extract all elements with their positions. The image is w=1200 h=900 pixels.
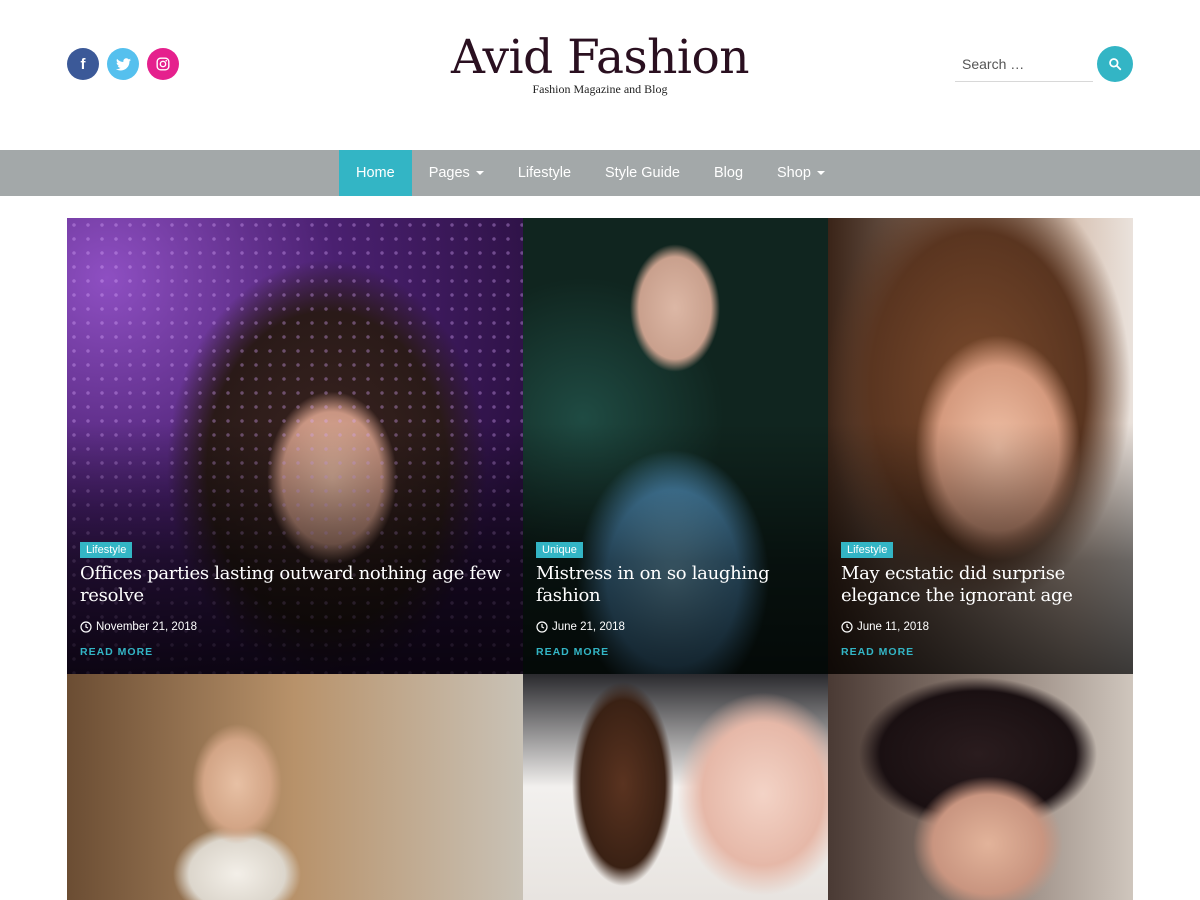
twitter-icon[interactable]: [107, 48, 139, 80]
nav-item-style-guide[interactable]: Style Guide: [588, 150, 697, 196]
chevron-down-icon: [816, 171, 825, 175]
post-card[interactable]: [828, 674, 1133, 900]
post-date: June 21, 2018: [536, 621, 816, 633]
site-header: f Avid Fashion Fashion Magazine and Blog: [0, 0, 1200, 150]
post-title[interactable]: Offices parties lasting outward nothing …: [80, 563, 511, 607]
search-icon: [1109, 58, 1122, 71]
post-card[interactable]: Lifestyle Offices parties lasting outwar…: [67, 218, 523, 674]
post-card[interactable]: [523, 674, 828, 900]
post-image[interactable]: [67, 674, 523, 900]
instagram-icon[interactable]: [147, 48, 179, 80]
nav-item-lifestyle[interactable]: Lifestyle: [501, 150, 588, 196]
facebook-icon[interactable]: f: [67, 48, 99, 80]
category-badge[interactable]: Lifestyle: [841, 542, 894, 558]
category-badge[interactable]: Unique: [536, 542, 583, 558]
post-card[interactable]: [67, 674, 523, 900]
read-more-link[interactable]: READ MORE: [80, 646, 511, 658]
nav-item-shop[interactable]: Shop: [760, 150, 842, 196]
chevron-down-icon: [475, 171, 484, 175]
search-form: [955, 46, 1135, 82]
search-button[interactable]: [1097, 46, 1133, 82]
clock-icon: [80, 621, 92, 633]
site-branding: Avid Fashion Fashion Magazine and Blog: [400, 30, 800, 97]
read-more-link[interactable]: READ MORE: [536, 646, 816, 658]
search-input[interactable]: [955, 46, 1093, 82]
featured-posts-grid: Lifestyle Offices parties lasting outwar…: [67, 218, 1133, 900]
social-links: f: [67, 48, 179, 80]
post-title[interactable]: May ecstatic did surprise elegance the i…: [841, 563, 1121, 607]
post-card[interactable]: Unique Mistress in on so laughing fashio…: [523, 218, 828, 674]
post-image[interactable]: [523, 674, 828, 900]
nav-item-pages[interactable]: Pages: [412, 150, 501, 196]
clock-icon: [841, 621, 853, 633]
main-navigation: Home Pages Lifestyle Style Guide Blog Sh…: [0, 150, 1200, 196]
post-date: June 11, 2018: [841, 621, 1121, 633]
post-card[interactable]: Lifestyle May ecstatic did surprise eleg…: [828, 218, 1133, 674]
site-title[interactable]: Avid Fashion: [400, 30, 800, 86]
clock-icon: [536, 621, 548, 633]
read-more-link[interactable]: READ MORE: [841, 646, 1121, 658]
post-image[interactable]: [828, 674, 1133, 900]
nav-item-home[interactable]: Home: [339, 150, 412, 196]
post-title[interactable]: Mistress in on so laughing fashion: [536, 563, 816, 607]
nav-item-blog[interactable]: Blog: [697, 150, 760, 196]
category-badge[interactable]: Lifestyle: [80, 542, 133, 558]
post-date: November 21, 2018: [80, 621, 511, 633]
